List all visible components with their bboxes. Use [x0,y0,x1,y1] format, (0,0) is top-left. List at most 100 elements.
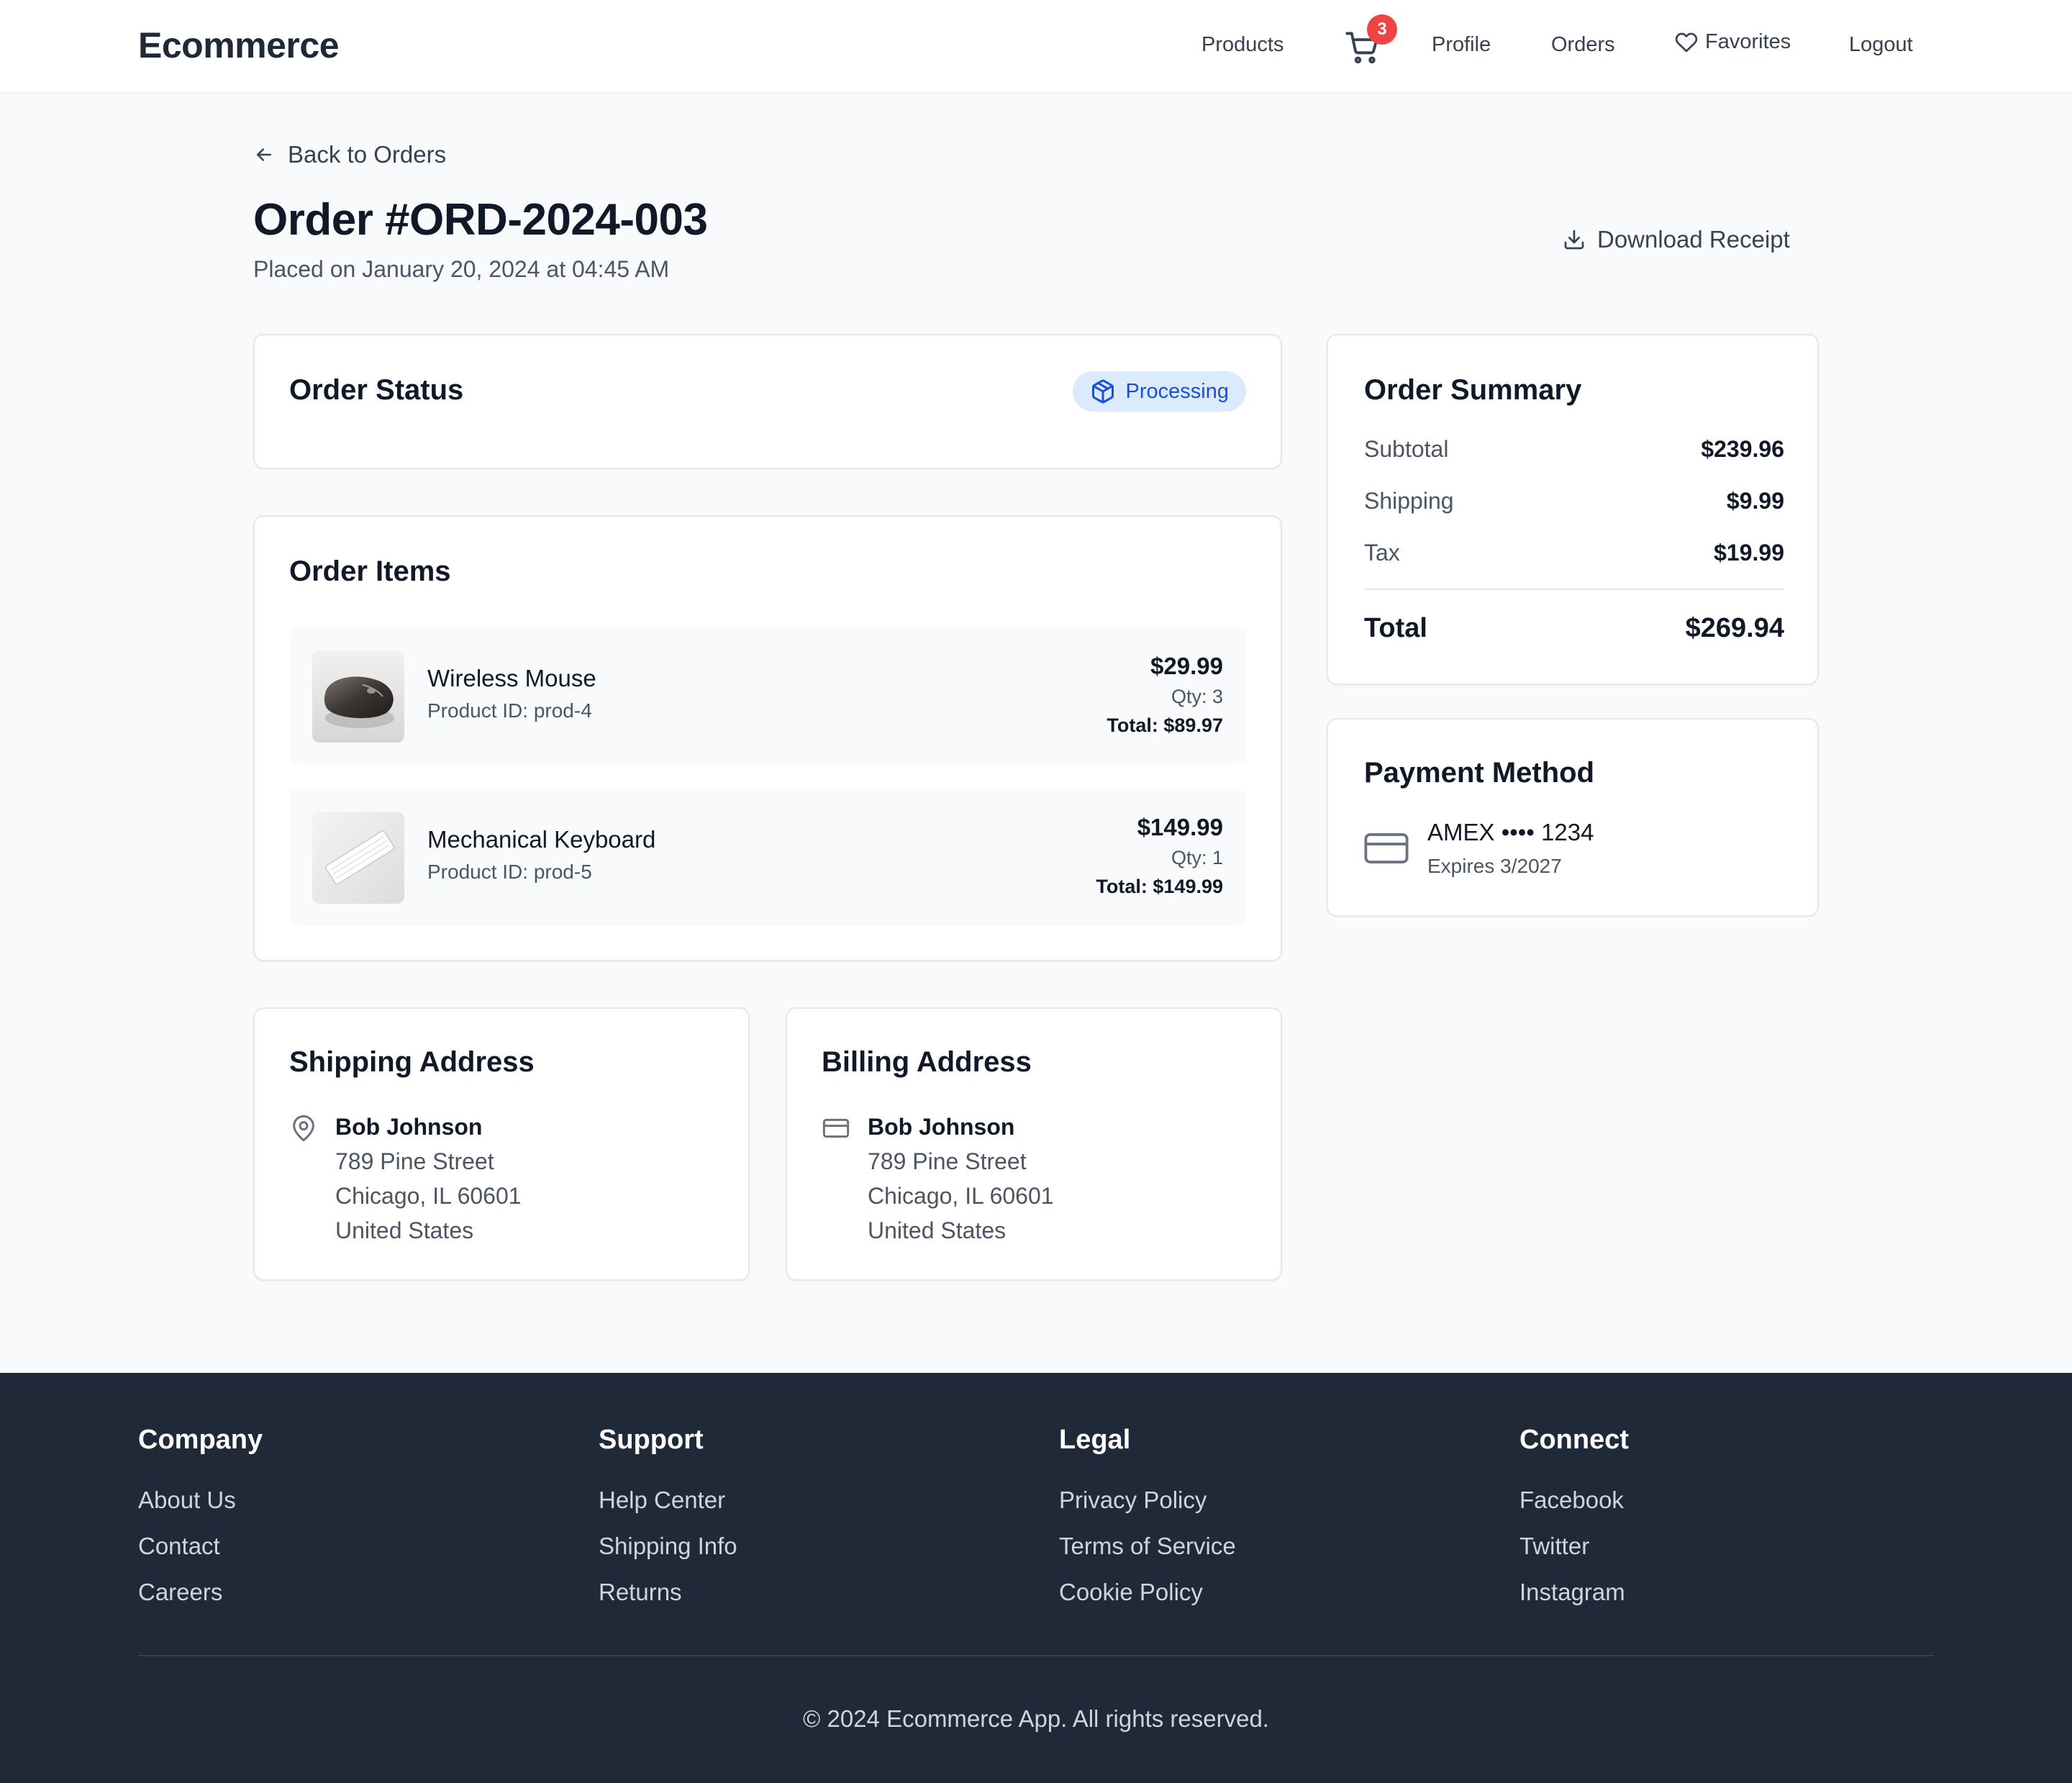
order-items-title: Order Items [289,555,451,587]
cart-count-badge: 3 [1367,14,1397,45]
item-name[interactable]: Wireless Mouse [427,665,596,692]
navbar: Ecommerce Products 3 Profile Orders Favo… [0,0,2072,92]
download-receipt-label: Download Receipt [1597,226,1790,253]
product-image-keyboard[interactable] [312,812,404,904]
footer-link-facebook[interactable]: Facebook [1519,1477,1629,1523]
summary-shipping-row: Shipping $9.99 [1364,488,1784,514]
summary-total-row: Total $269.94 [1364,613,1784,644]
footer-link-terms-of-service[interactable]: Terms of Service [1059,1523,1236,1569]
page-title: Order #ORD-2024-003 [253,195,708,245]
item-total: Total: $89.97 [1107,714,1223,736]
payment-method-card: Payment Method AMEX •••• 1234 Expires 3/… [1327,718,1819,917]
summary-divider [1364,589,1784,590]
order-item-row: Wireless Mouse Product ID: prod-4 $29.99… [289,627,1246,764]
order-summary-card: Order Summary Subtotal $239.96 Shipping … [1327,334,1819,685]
tax-label: Tax [1364,540,1400,566]
summary-tax-row: Tax $19.99 [1364,540,1784,566]
shipping-value: $9.99 [1726,488,1784,514]
footer-heading: Support [599,1425,704,1455]
map-pin-icon [293,1115,314,1142]
product-image-mouse[interactable] [312,650,404,743]
order-summary-title: Order Summary [1364,374,1582,406]
footer-link-twitter[interactable]: Twitter [1519,1523,1629,1569]
item-qty: Qty: 3 [1171,686,1223,707]
billing-name: Bob Johnson [868,1114,1015,1140]
shipping-address-lines: Bob Johnson 789 Pine Street Chicago, IL … [335,1110,522,1248]
item-product-id: Product ID: prod-5 [427,861,592,883]
footer-link-cookie-policy[interactable]: Cookie Policy [1059,1569,1236,1615]
order-status-card: Order Status Processing [253,334,1282,469]
back-to-orders-link[interactable]: Back to Orders [253,141,446,168]
summary-subtotal-row: Subtotal $239.96 [1364,436,1784,463]
status-value: Processing [1125,379,1229,403]
footer-link-privacy-policy[interactable]: Privacy Policy [1059,1477,1236,1523]
status-badge: Processing [1072,371,1246,412]
item-pricing: $29.99 Qty: 3 Total: $89.97 [1107,650,1223,740]
footer-link-returns[interactable]: Returns [599,1569,737,1615]
payment-card-expiry: Expires 3/2027 [1427,855,1562,877]
nav-profile-link[interactable]: Profile [1432,33,1491,57]
credit-card-icon [1364,833,1409,863]
shipping-country: United States [335,1217,474,1243]
billing-street: 789 Pine Street [868,1148,1027,1174]
footer-column-connect: Connect Facebook Twitter Instagram [1519,1425,1629,1615]
shipping-label: Shipping [1364,488,1454,514]
item-price: $29.99 [1150,653,1223,679]
footer: Company About Us Contact Careers Support… [0,1373,2072,1783]
footer-heading: Connect [1519,1425,1629,1455]
total-value: $269.94 [1685,613,1784,643]
shipping-street: 789 Pine Street [335,1148,494,1174]
order-status-title: Order Status [289,374,464,406]
package-icon [1091,379,1114,404]
footer-divider [138,1655,1934,1656]
subtotal-label: Subtotal [1364,436,1449,462]
billing-city: Chicago, IL 60601 [868,1183,1054,1209]
nav-logout-link[interactable]: Logout [1849,33,1913,57]
brand-logo[interactable]: Ecommerce [138,24,340,66]
billing-address-title: Billing Address [822,1046,1032,1078]
nav-orders-link[interactable]: Orders [1551,33,1615,57]
item-name[interactable]: Mechanical Keyboard [427,826,655,853]
shipping-name: Bob Johnson [335,1114,483,1140]
footer-column-support: Support Help Center Shipping Info Return… [599,1425,737,1615]
nav-favorites-link[interactable]: Favorites [1675,30,1791,54]
billing-country: United States [868,1217,1007,1243]
item-pricing: $149.99 Qty: 1 Total: $149.99 [1096,812,1223,901]
payment-method-title: Payment Method [1364,757,1595,789]
item-price: $149.99 [1137,814,1223,840]
footer-link-instagram[interactable]: Instagram [1519,1569,1629,1615]
footer-link-contact[interactable]: Contact [138,1523,263,1569]
download-icon [1564,230,1584,250]
footer-link-help-center[interactable]: Help Center [599,1477,737,1523]
footer-column-company: Company About Us Contact Careers [138,1425,263,1615]
footer-link-shipping-info[interactable]: Shipping Info [599,1523,737,1569]
item-total: Total: $149.99 [1096,876,1223,897]
footer-link-about-us[interactable]: About Us [138,1477,263,1523]
download-receipt-button[interactable]: Download Receipt [1563,226,1790,253]
payment-card-number: AMEX •••• 1234 [1427,819,1594,845]
billing-address-lines: Bob Johnson 789 Pine Street Chicago, IL … [868,1110,1054,1248]
order-date: Placed on January 20, 2024 at 04:45 AM [253,256,670,282]
nav-favorites-label: Favorites [1705,30,1791,53]
item-qty: Qty: 1 [1171,847,1223,868]
arrow-left-icon [257,148,271,161]
tax-value: $19.99 [1714,540,1784,566]
footer-column-legal: Legal Privacy Policy Terms of Service Co… [1059,1425,1236,1615]
shipping-address-card: Shipping Address Bob Johnson 789 Pine St… [253,1007,750,1281]
credit-card-icon [822,1118,850,1138]
footer-heading: Legal [1059,1425,1131,1455]
total-label: Total [1364,613,1427,643]
footer-heading: Company [138,1425,263,1455]
back-to-orders-label: Back to Orders [288,141,447,168]
shipping-city: Chicago, IL 60601 [335,1183,522,1209]
footer-link-careers[interactable]: Careers [138,1569,263,1615]
copyright-text: © 2024 Ecommerce App. All rights reserve… [803,1705,1269,1732]
order-items-card: Order Items Wireless Mouse Product ID: p… [253,515,1282,961]
heart-icon [1675,32,1698,52]
subtotal-value: $239.96 [1701,436,1784,462]
nav-products-link[interactable]: Products [1201,33,1283,57]
billing-address-card: Billing Address Bob Johnson 789 Pine Str… [786,1007,1282,1281]
order-item-row: Mechanical Keyboard Product ID: prod-5 $… [289,789,1246,925]
shipping-address-title: Shipping Address [289,1046,535,1078]
item-product-id: Product ID: prod-4 [427,699,592,722]
